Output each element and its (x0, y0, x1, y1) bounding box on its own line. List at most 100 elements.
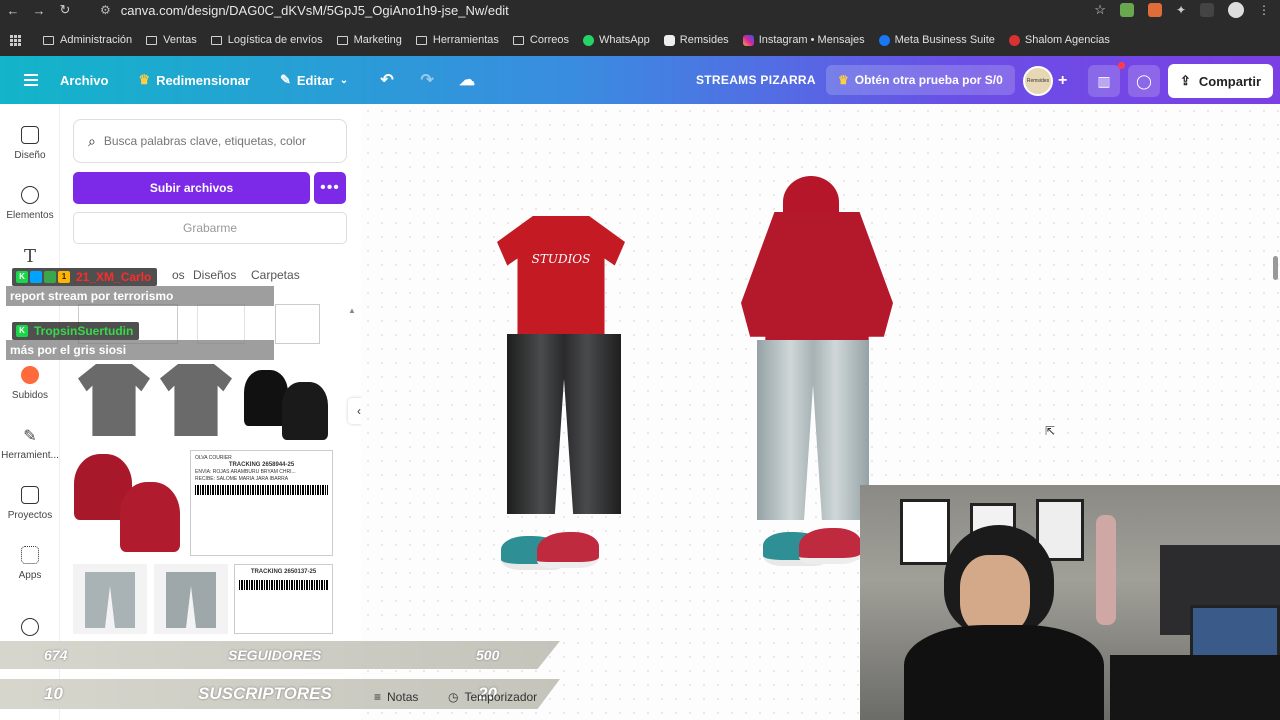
rail-tools[interactable]: ✎ Herramient... (0, 426, 60, 461)
rail-uploads[interactable]: Subidos (0, 366, 60, 401)
upload-thumb-red-hoodies[interactable] (74, 454, 182, 554)
canvas-scrollbar[interactable] (1273, 256, 1278, 280)
layout-icon (21, 126, 39, 144)
barcode (195, 485, 328, 496)
barcode (239, 579, 328, 590)
red-tshirt[interactable]: STUDIOS (497, 216, 625, 334)
chat-message: K TropsinSuertudin más por el gris siosi (6, 320, 274, 360)
upload-thumb-jeans-a[interactable] (73, 564, 147, 634)
panel-scroll-up-icon[interactable]: ▲ (348, 306, 356, 315)
profile-icon[interactable] (1228, 2, 1244, 18)
rail-apps[interactable]: Apps (0, 546, 60, 581)
chat-username-row: K 1 21_XM_Carlo (12, 268, 158, 286)
crown-icon: ♛ (838, 73, 849, 87)
upload-thumb-tracking-b[interactable]: TRACKING 2650137-25 (234, 564, 333, 634)
mouse-cursor-icon: ⇱ (1045, 424, 1056, 438)
upload-thumb-grey-tee-back[interactable] (160, 364, 232, 436)
bookmark-marketing[interactable]: Marketing (336, 34, 402, 46)
bookmark-ventas[interactable]: Ventas (146, 34, 197, 46)
sneaker-a[interactable] (501, 522, 601, 580)
subs-label: SUSCRIPTORES (198, 684, 332, 703)
menu-icon[interactable] (24, 71, 38, 89)
bookmark-herramientas[interactable]: Herramientas (415, 34, 499, 46)
followers-current: 674 (44, 647, 68, 663)
bookmark-correos[interactable]: Correos (512, 34, 569, 46)
extension-green-icon[interactable] (1119, 3, 1134, 17)
rail-text[interactable]: T (0, 246, 60, 267)
upload-thumb-black-hoodie[interactable] (244, 362, 330, 442)
subscriber-badge-icon (44, 271, 56, 283)
gift-badge-icon: 1 (58, 271, 70, 283)
followers-label: SEGUIDORES (228, 647, 322, 663)
more-options-button[interactable]: ••• (314, 172, 346, 204)
upload-thumb-sketch[interactable] (275, 304, 320, 344)
upload-thumb-jeans-b[interactable] (154, 564, 228, 634)
timer-icon: ◷ (448, 690, 459, 704)
crown-icon: ♛ (138, 72, 151, 87)
bookmark-shalom[interactable]: Shalom Agencias (1008, 34, 1110, 46)
trial-button[interactable]: ♛ Obtén otra prueba por S/0 (826, 65, 1015, 95)
add-collaborator-icon[interactable]: + (1058, 72, 1067, 90)
remsides-icon (663, 34, 675, 46)
bookmark-instagram[interactable]: Instagram • Mensajes (742, 34, 865, 46)
bookmark-logistica[interactable]: Logística de envíos (210, 34, 323, 46)
comments-icon[interactable]: ◯ (1128, 65, 1160, 97)
upload-thumb-tracking-a[interactable]: OLVA COURIER TRACKING 2658944-25 ENVIA: … (190, 450, 333, 556)
search-box[interactable]: ⌕ (73, 119, 347, 163)
browser-menu-icon[interactable]: ⋮ (1258, 3, 1270, 17)
shalom-icon (1008, 34, 1020, 46)
red-hoodie[interactable] (741, 176, 893, 346)
browser-strip (0, 20, 1280, 28)
insights-icon[interactable]: ▥ (1088, 65, 1120, 97)
cloud-saved-icon[interactable]: ☁ (458, 71, 476, 89)
avatar[interactable]: Remsides (1023, 66, 1053, 96)
folder-icon (336, 35, 348, 45)
bookmark-remsides[interactable]: Remsides (663, 34, 729, 46)
project-title[interactable]: STREAMS PIZARRA (696, 73, 816, 87)
rail-design[interactable]: Diseño (0, 126, 60, 161)
bookmark-meta[interactable]: Meta Business Suite (878, 34, 995, 46)
site-settings-icon[interactable]: ⚙ (100, 3, 111, 17)
pencil-icon: ✎ (279, 72, 291, 87)
edit-menu[interactable]: ✎ Editar ⌄ (280, 72, 348, 88)
rail-elements[interactable]: Elementos (0, 186, 60, 221)
redo-icon[interactable]: ↷ (418, 71, 436, 89)
upload-cloud-icon (21, 366, 39, 384)
star-icon[interactable]: ☆ (1094, 2, 1106, 18)
bookmarks-bar: Administración Ventas Logística de envío… (0, 28, 1280, 52)
folder-icon (21, 486, 39, 504)
rail-projects[interactable]: Proyectos (0, 486, 60, 521)
extension-dark-icon[interactable] (1200, 3, 1214, 17)
record-button[interactable]: Grabarme (73, 212, 347, 244)
rail-more[interactable] (0, 618, 60, 642)
back-icon[interactable]: ← (0, 3, 26, 18)
shapes-icon (21, 186, 39, 204)
notes-button[interactable]: ≡ Notas (374, 690, 418, 704)
timer-button[interactable]: ◷ Temporizador (448, 690, 537, 704)
extensions-puzzle-icon[interactable]: ✦ (1176, 3, 1186, 17)
upload-thumb-grey-tee-front[interactable] (78, 364, 150, 436)
chat-message-text: más por el gris siosi (6, 340, 274, 360)
light-grey-jeans[interactable] (757, 340, 869, 520)
chat-message: K 1 21_XM_Carlo report stream por terror… (6, 266, 274, 306)
folder-icon (210, 35, 222, 45)
resize-button[interactable]: ♛ Redimensionar (138, 72, 250, 88)
share-button[interactable]: ⇪ Compartir (1168, 64, 1273, 98)
sneaker-b[interactable] (763, 518, 863, 578)
upload-files-button[interactable]: Subir archivos (73, 172, 310, 204)
search-input[interactable] (103, 134, 324, 148)
address-bar[interactable]: ⚙ canva.com/design/DAG0C_dKVsM/5GpJ5_Ogi… (100, 1, 1100, 19)
whatsapp-icon (583, 34, 595, 46)
file-menu[interactable]: Archivo (60, 73, 108, 88)
kick-badge-icon: K (16, 271, 28, 283)
followers-goal: 500 (476, 647, 500, 663)
apps-grid-icon[interactable] (10, 34, 21, 46)
black-jeans[interactable] (507, 334, 621, 514)
reload-icon[interactable]: ↻ (52, 2, 78, 18)
extension-orange-icon[interactable] (1147, 3, 1162, 17)
bookmark-whatsapp[interactable]: WhatsApp (583, 34, 650, 46)
forward-icon[interactable]: → (26, 3, 52, 18)
left-rail: Diseño Elementos T Subidos ✎ Herramient..… (0, 104, 60, 720)
undo-icon[interactable]: ↶ (378, 71, 396, 89)
bookmark-administracion[interactable]: Administración (43, 34, 132, 46)
